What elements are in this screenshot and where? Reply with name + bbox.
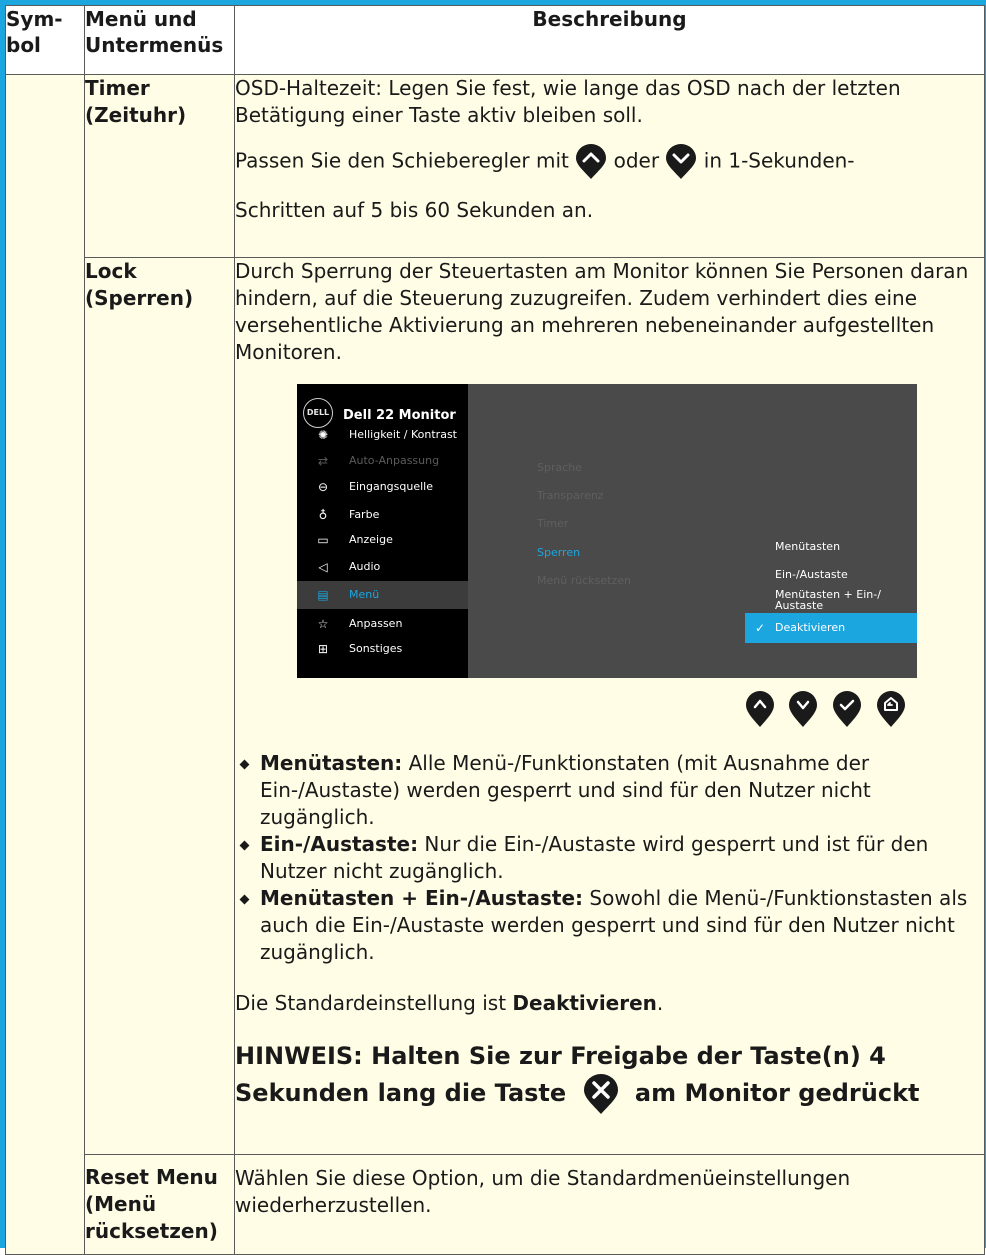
check-icon: ✓ [755,621,766,635]
osd-sub-transparency: Transparenz [537,489,604,502]
back-button-icon [877,691,905,727]
down-arrow-icon [666,144,697,179]
osd-item-label: Menü [349,588,380,601]
list-item: Menütasten + Ein-/Austaste: Sowohl die M… [235,885,984,966]
osd-item-label: Eingangsquelle [349,480,433,493]
osd-item-audio: ◁ Audio [297,554,468,580]
osd-item-label: Sonstiges [349,642,403,655]
osd-sub-menu-reset: Menü rücksetzen [537,574,631,587]
header-symbol: Sym- bol [5,5,85,75]
others-icon: ⊞ [317,642,329,656]
bullet-term: Menütasten: [260,751,403,775]
star-icon: ☆ [317,617,329,631]
auto-adjust-icon: ⇄ [317,454,329,468]
reset-menu-label: Reset Menu (Menü rücksetzen) [85,1165,218,1243]
close-button-icon [583,1074,618,1114]
osd-sub-lock: Sperren [537,546,581,559]
osd-sub-language: Sprache [537,461,583,474]
osd-item-label: Anpassen [349,617,403,630]
document-page: Sym- bol Menü und Untermenüs Beschreibun… [0,0,986,1255]
desc-cell-lock: Durch Sperrung der Steuertasten am Monit… [234,257,985,1155]
bullet-icon [239,894,250,905]
note-part-2: am Monitor gedrückt [626,1079,920,1107]
default-after: . [656,991,664,1015]
osd-item-label: Auto-Anpassung [349,454,440,467]
down-button-icon [789,691,817,727]
confirm-button-icon [833,691,861,727]
option-label: Ein-/Austaste [775,568,848,581]
menu-table: Sym- bol Menü und Untermenüs Beschreibun… [5,5,985,1255]
osd-navigation-buttons [745,690,984,734]
timer-p2-before: Passen Sie den Schieberegler mit [235,148,576,173]
table-row-reset: Reset Menu (Menü rücksetzen) Wählen Sie … [6,1154,985,1255]
timer-menu-label: Timer (Zeituhr) [85,76,187,127]
timer-p2-mid: oder [607,148,666,173]
list-item: Menütasten: Alle Menü-/Funktionstaten (m… [235,750,984,831]
up-button-icon [746,691,774,727]
lock-menu-label: Lock (Sperren) [85,259,194,310]
header-menu-label: Menü und Untermenüs [85,7,224,57]
lock-intro: Durch Sperrung der Steuertasten am Monit… [235,259,969,364]
osd-item-label: Anzeige [349,533,393,546]
osd-item-brightness: ✺ Helligkeit / Kontrast [297,422,468,448]
default-before: Die Standardeinstellung ist [235,991,513,1015]
osd-option-disable: ✓ Deaktivieren [745,613,917,643]
osd-sub-timer: Timer [537,517,569,530]
osd-item-others: ⊞ Sonstiges [297,636,468,662]
option-label: Menütasten + Ein-/ Austaste [775,588,881,612]
lock-options-list: Menütasten: Alle Menü-/Funktionstaten (m… [235,750,984,966]
symbol-cell [5,74,85,1255]
brightness-icon: ✺ [317,428,329,442]
menu-cell-lock: Lock (Sperren) [84,257,235,1155]
timer-paragraph-1: OSD-Haltezeit: Legen Sie fest, wie lange… [235,76,901,127]
desc-cell-reset: Wählen Sie diese Option, um die Standard… [234,1154,985,1255]
header-menu: Menü und Untermenüs [84,5,235,75]
osd-item-personalize: ☆ Anpassen [297,611,468,637]
osd-main-menu: DELL Dell 22 Monitor ✺ Helligkeit / Kont… [297,384,468,678]
option-label: Deaktivieren [775,621,846,634]
audio-icon: ◁ [318,560,328,574]
header-symbol-label: Sym- bol [6,7,63,57]
lock-note: HINWEIS: Halten Sie zur Freigabe der Tas… [235,1039,984,1115]
table-row-timer: Timer (Zeituhr) OSD-Haltezeit: Legen Sie… [5,74,985,1255]
reset-description: Wählen Sie diese Option, um die Standard… [235,1166,851,1217]
bullet-icon [239,759,250,770]
header-description-label: Beschreibung [532,7,687,31]
table-row-lock: Lock (Sperren) Durch Sperrung der Steuer… [6,257,985,1155]
osd-item-label: Helligkeit / Kontrast [349,428,457,441]
timer-paragraph-3: Schritten auf 5 bis 60 Sekunden an. [235,198,594,222]
timer-paragraph-2: Passen Sie den Schieberegler mit oder in… [235,144,984,180]
timer-p2-after: in 1-Sekunden- [697,148,855,173]
osd-item-label: Farbe [349,508,380,521]
bullet-term: Menütasten + Ein-/Austaste: [260,886,584,910]
menu-icon: ▤ [317,588,329,602]
osd-item-auto-adjust: ⇄ Auto-Anpassung [297,448,468,474]
up-arrow-icon [576,144,607,179]
osd-screenshot: DELL Dell 22 Monitor ✺ Helligkeit / Kont… [297,384,917,678]
osd-item-label: Audio [349,560,381,573]
osd-item-input-source: ⊖ Eingangsquelle [297,474,468,500]
table-header-row: Sym- bol Menü und Untermenüs Beschreibun… [5,5,985,75]
list-item: Ein-/Austaste: Nur die Ein-/Austaste wir… [235,831,984,885]
option-label: Menütasten [775,540,841,553]
osd-item-color: ♁ Farbe [297,502,468,528]
display-icon: ▭ [317,533,329,547]
desc-cell-timer: OSD-Haltezeit: Legen Sie fest, wie lange… [234,74,985,258]
input-source-icon: ⊖ [317,480,329,494]
menu-cell-reset: Reset Menu (Menü rücksetzen) [84,1154,235,1255]
osd-item-menu: ▤ Menü [297,581,468,609]
color-icon: ♁ [318,508,328,522]
menu-cell-timer: Timer (Zeituhr) [84,74,235,258]
bullet-icon [239,840,250,851]
lock-default-setting: Die Standardeinstellung ist Deaktivieren… [235,990,984,1017]
bullet-term: Ein-/Austaste: [260,832,419,856]
header-description: Beschreibung [234,5,985,75]
default-value: Deaktivieren [512,991,657,1015]
osd-item-display: ▭ Anzeige [297,527,468,553]
